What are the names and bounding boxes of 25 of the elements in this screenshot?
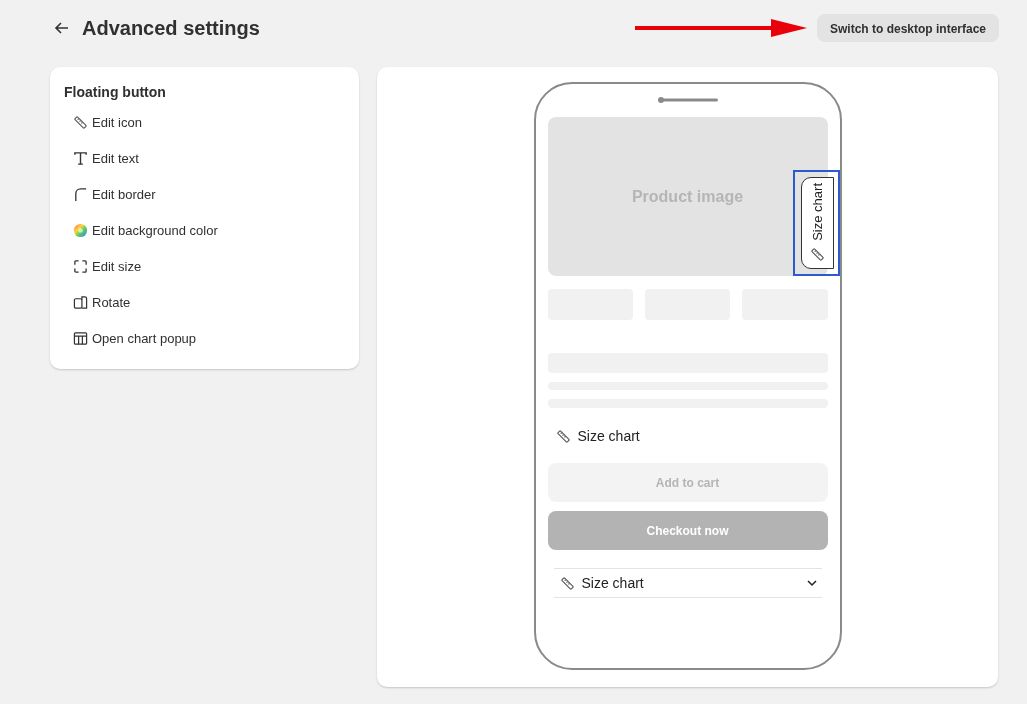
resize-icon bbox=[73, 258, 88, 274]
menu-item[interactable]: Open chart popup bbox=[64, 320, 203, 356]
table-icon bbox=[73, 330, 88, 346]
rotate-icon bbox=[73, 294, 88, 310]
floating-button[interactable]: Size chart bbox=[800, 177, 834, 269]
menu-item[interactable]: Edit size bbox=[64, 248, 148, 284]
menu-item[interactable]: Edit background color bbox=[64, 212, 224, 248]
ruler-icon bbox=[559, 575, 575, 591]
ruler-icon bbox=[73, 114, 88, 130]
switch-interface-button[interactable]: Switch to desktop interface bbox=[816, 14, 999, 42]
color-wheel-icon bbox=[73, 222, 88, 238]
ruler-icon bbox=[555, 428, 571, 444]
menu-item[interactable]: Edit border bbox=[64, 176, 162, 212]
size-chart-link[interactable]: Size chart bbox=[555, 428, 640, 444]
page-title: Advanced settings bbox=[82, 16, 260, 40]
chevron-icon bbox=[805, 577, 818, 589]
text-icon bbox=[73, 150, 88, 166]
menu-item[interactable]: Edit icon bbox=[64, 104, 148, 140]
size-chart-accordion[interactable]: Size chart bbox=[553, 568, 822, 598]
menu-item[interactable]: Edit text bbox=[64, 140, 145, 176]
section-title: Floating button bbox=[64, 84, 166, 100]
menu-item[interactable]: Rotate bbox=[64, 284, 137, 320]
corner-icon bbox=[73, 186, 88, 202]
ruler-icon bbox=[809, 247, 825, 262]
speaker-icon bbox=[657, 97, 718, 103]
